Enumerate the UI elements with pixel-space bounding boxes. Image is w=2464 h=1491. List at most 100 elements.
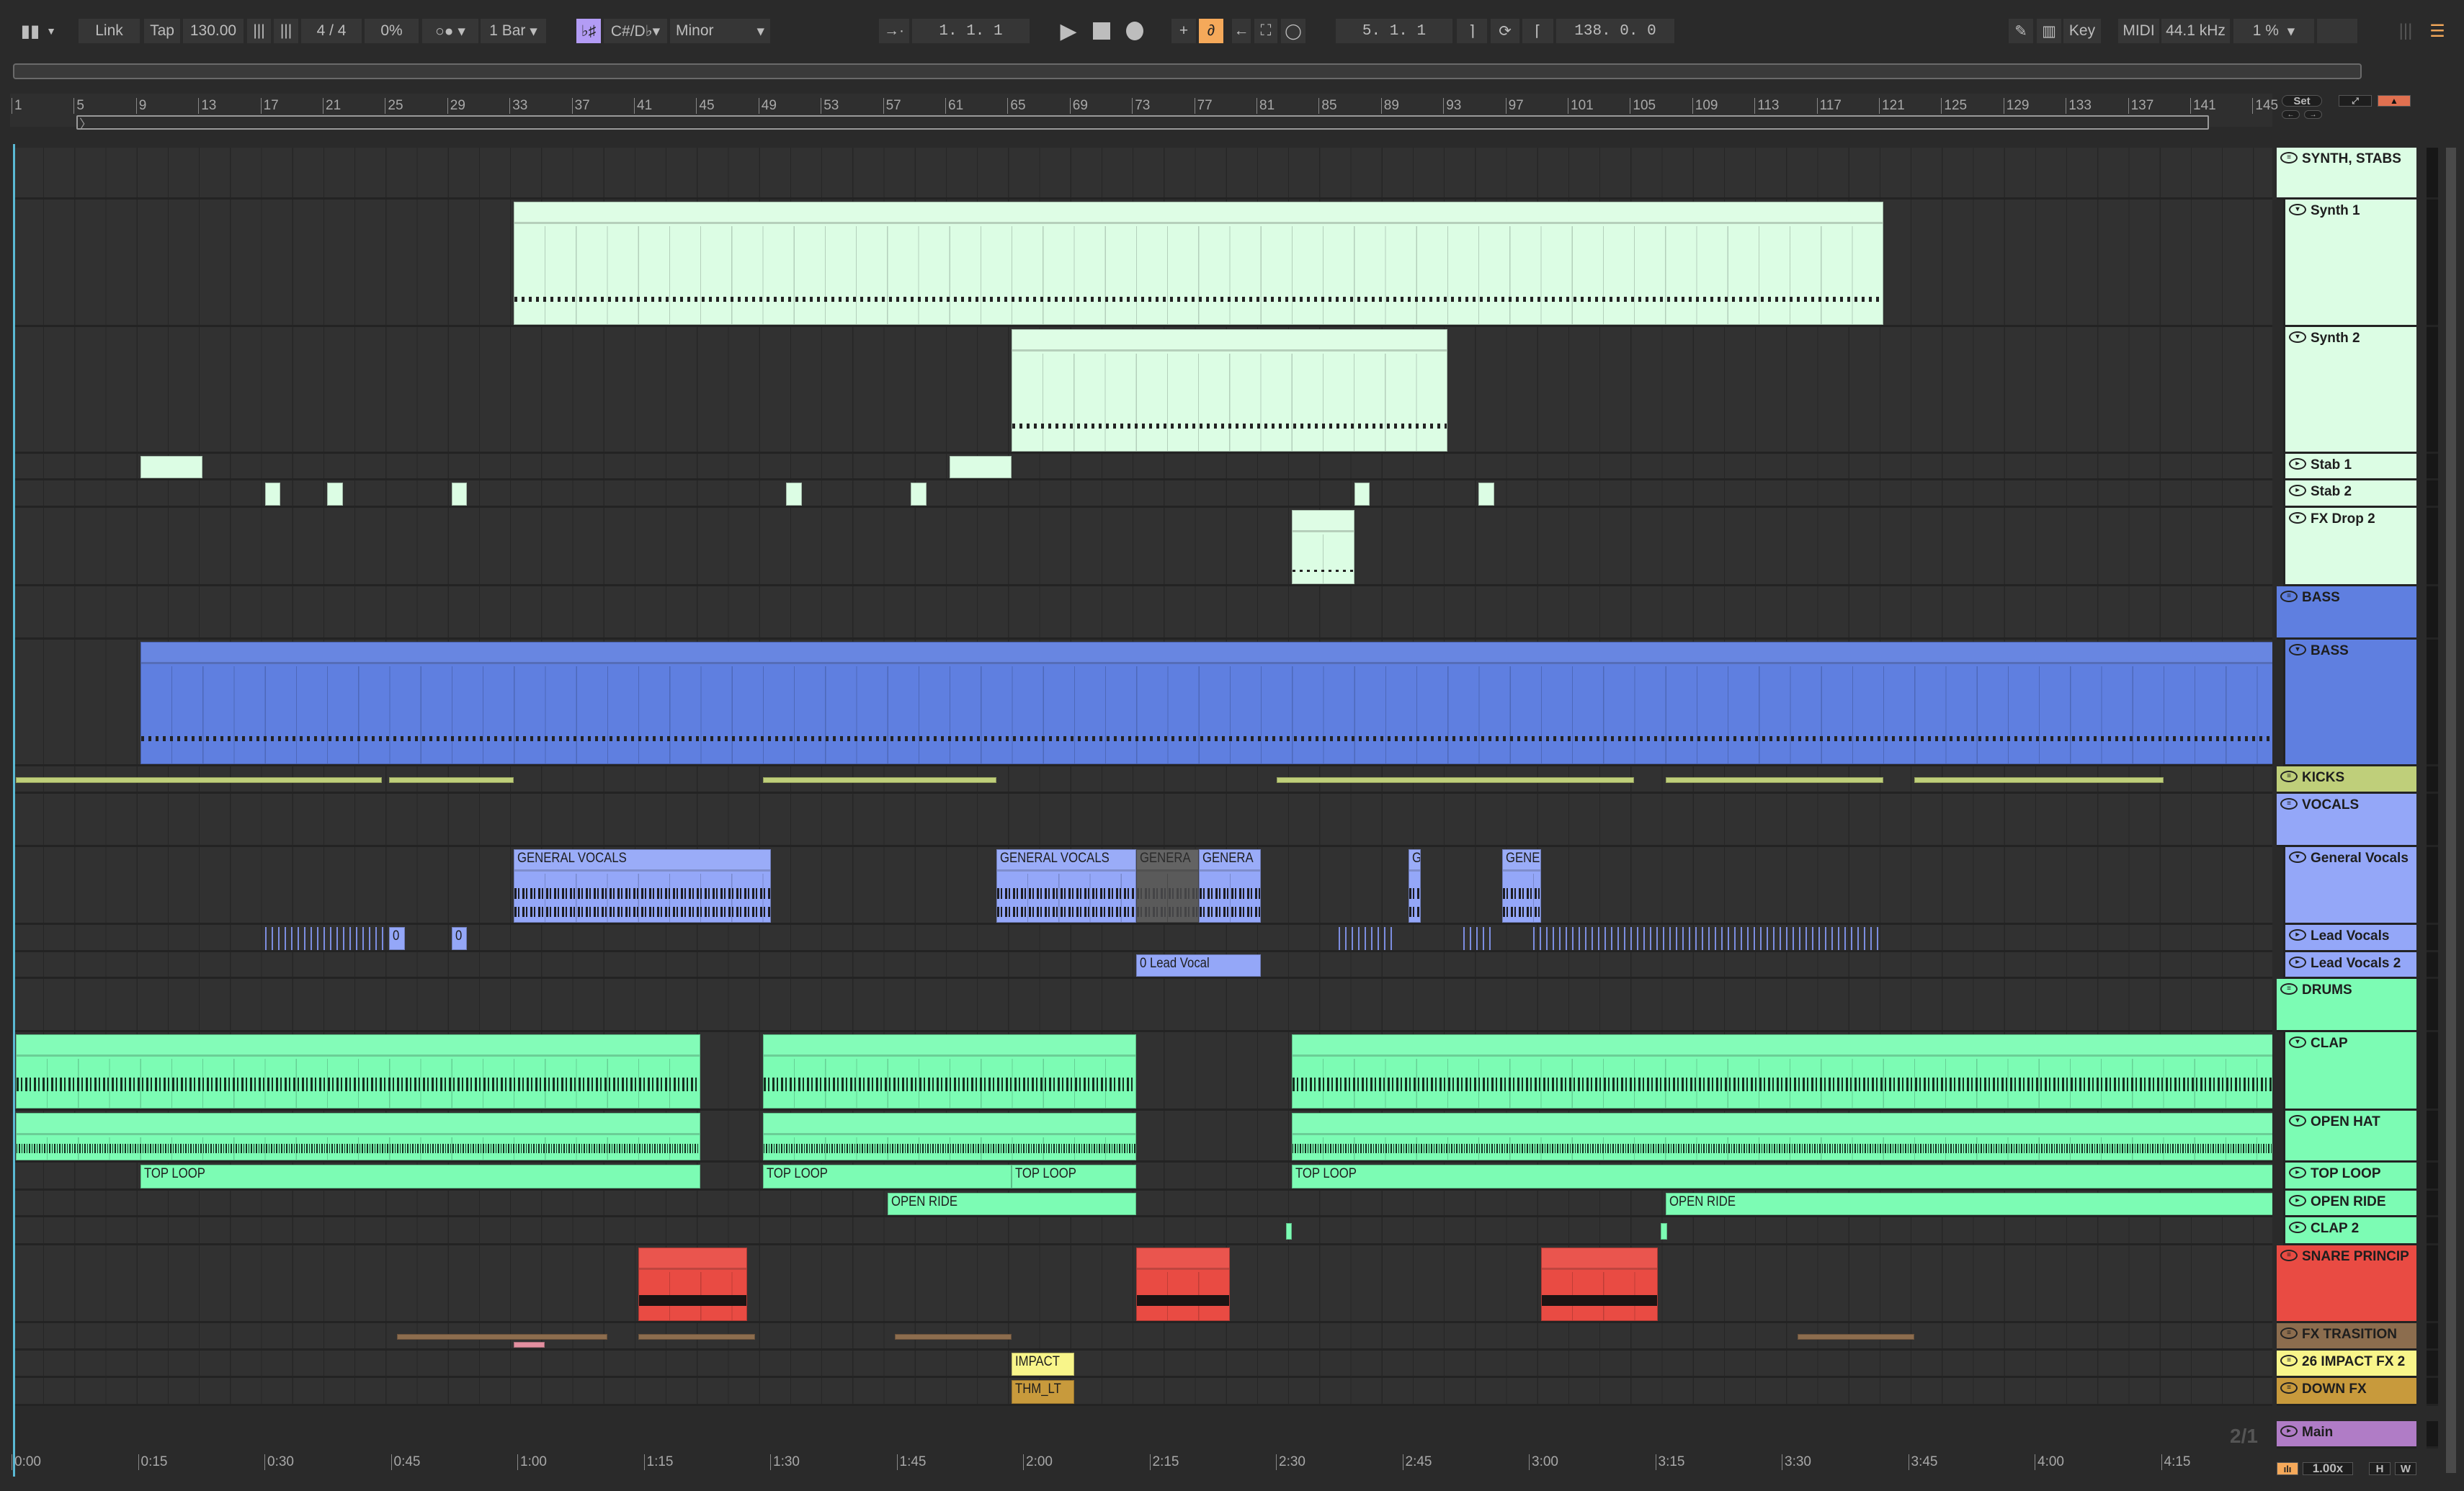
clip[interactable] — [1339, 927, 1393, 950]
track-lane[interactable] — [13, 1245, 2272, 1323]
record-icon[interactable] — [1125, 19, 1144, 43]
play-icon[interactable]: ▶ — [1059, 19, 1078, 43]
track-lane[interactable]: THM_LT — [13, 1378, 2272, 1406]
clip[interactable] — [1914, 777, 2164, 783]
loop-switch-icon[interactable]: ⟳ — [1491, 19, 1519, 43]
clip[interactable] — [1354, 483, 1370, 506]
expand-track-icon[interactable]: ▸ — [2289, 1222, 2306, 1233]
capture-icon[interactable]: ⛶ — [1254, 19, 1277, 43]
track-header-clap-2[interactable]: ▸ CLAP 2 — [2283, 1217, 2416, 1245]
track-header-open-hat[interactable]: ▾ OPEN HAT — [2283, 1111, 2416, 1163]
arrangement-view[interactable]: GENERAL VOCALS GENERAL VOCALS GENERA GENERA… — [13, 148, 2272, 1415]
clip[interactable]: TOP LOOP — [1012, 1165, 1137, 1188]
track-header-lead-vocals-2[interactable]: ▸ Lead Vocals 2 — [2283, 952, 2416, 979]
track-header-main[interactable]: ▸ Main — [2277, 1421, 2416, 1449]
track-lane[interactable] — [13, 200, 2272, 327]
expand-track-icon[interactable]: ▸ — [2289, 957, 2306, 968]
clip[interactable]: 0 — [389, 927, 405, 950]
key-root-dropdown[interactable]: C#/D♭ ▾ — [604, 19, 667, 43]
group-fold-icon[interactable]: ≡ — [2280, 798, 2298, 810]
clip[interactable]: TOP LOOP — [140, 1165, 701, 1188]
quantize-dropdown[interactable]: 1 Bar ▾ — [481, 19, 546, 43]
nudge-down-icon[interactable]: ||| — [247, 19, 271, 43]
track-header-top-loop[interactable]: ▸ TOP LOOP — [2283, 1163, 2416, 1191]
loop-length-field[interactable]: 138. 0. 0 — [1556, 19, 1674, 43]
track-header-synth-stabs[interactable]: ≡ SYNTH, STABS — [2277, 148, 2416, 200]
expand-track-icon[interactable]: ▸ — [2280, 1425, 2298, 1437]
fold-chevron-icon[interactable]: ▾ — [2289, 644, 2306, 655]
clip[interactable]: GENE — [1501, 849, 1541, 923]
width-fit-button[interactable]: W — [2395, 1462, 2416, 1475]
fold-chevron-icon[interactable]: ▾ — [2289, 851, 2306, 863]
clip[interactable] — [264, 483, 281, 506]
track-header-clap[interactable]: ▾ CLAP — [2283, 1032, 2416, 1111]
punch-in-icon[interactable]: ⌉ — [1457, 19, 1487, 43]
clip[interactable] — [1276, 777, 1635, 783]
clip[interactable] — [1665, 777, 1883, 783]
group-fold-icon[interactable]: ≡ — [2280, 1355, 2298, 1366]
clip[interactable] — [1012, 329, 1448, 452]
clip[interactable]: GENERAL VOCALS — [514, 849, 771, 923]
expand-icon[interactable]: ⤢ — [2339, 95, 2372, 107]
fold-chevron-icon[interactable]: ▾ — [2289, 331, 2306, 343]
automation-arm-icon[interactable]: ∂ — [1199, 19, 1223, 43]
fold-chevron-icon[interactable]: ▾ — [2289, 1115, 2306, 1127]
follow-icon[interactable]: →· — [879, 19, 909, 43]
next-locator-icon[interactable]: → — [2304, 110, 2322, 119]
track-lane[interactable] — [13, 508, 2272, 586]
track-lane[interactable] — [13, 480, 2272, 508]
clip[interactable] — [514, 202, 1883, 325]
clip[interactable] — [140, 642, 2272, 764]
keyboard-icon[interactable]: ▥ — [2037, 19, 2061, 43]
loop-start-field[interactable]: 5. 1. 1 — [1336, 19, 1452, 43]
clip[interactable]: 0 — [451, 927, 468, 950]
track-lane[interactable]: TOP LOOP TOP LOOP TOP LOOP TOP LOOP — [13, 1163, 2272, 1191]
punch-out-icon[interactable]: ⌈ — [1522, 19, 1553, 43]
clip[interactable] — [264, 927, 385, 950]
group-fold-icon[interactable]: ≡ — [2280, 591, 2298, 602]
key-map-button[interactable]: Key — [2063, 19, 2101, 43]
clip[interactable] — [762, 1034, 1137, 1109]
clip[interactable]: OPEN RIDE — [1665, 1193, 2272, 1215]
expand-track-icon[interactable]: ▸ — [2289, 458, 2306, 470]
clip[interactable] — [638, 1248, 748, 1321]
track-header-general-vocals[interactable]: ▾ General Vocals — [2283, 847, 2416, 925]
menu-icon[interactable]: ☰ — [2428, 19, 2447, 43]
scale-dropdown[interactable]: Minor ▾ — [670, 19, 770, 43]
clip[interactable]: GENERA — [1198, 849, 1261, 923]
clip[interactable] — [16, 1034, 701, 1109]
expand-track-icon[interactable]: ▸ — [2289, 1195, 2306, 1206]
track-lane[interactable] — [13, 327, 2272, 454]
zoom-field[interactable]: 1.00x — [2303, 1461, 2353, 1475]
clip[interactable] — [1540, 1248, 1658, 1321]
clip[interactable] — [451, 483, 468, 506]
track-lane[interactable] — [13, 1323, 2272, 1351]
track-lane[interactable] — [13, 794, 2272, 847]
clip[interactable] — [1136, 1248, 1230, 1321]
clip[interactable] — [1798, 1334, 1915, 1340]
clip[interactable] — [1533, 927, 1883, 950]
clip[interactable] — [895, 1334, 1012, 1340]
groove-field[interactable]: 0% — [365, 19, 419, 43]
lock-icon[interactable]: ▲ — [2378, 95, 2411, 107]
clip[interactable] — [389, 777, 514, 783]
clip[interactable]: GENERAL VOCALS — [996, 849, 1137, 923]
set-button[interactable]: Set — [2282, 95, 2322, 107]
track-header-open-ride[interactable]: ▸ OPEN RIDE — [2283, 1191, 2416, 1217]
track-lane[interactable] — [13, 586, 2272, 640]
clip[interactable] — [1292, 1034, 2272, 1109]
group-fold-icon[interactable]: ≡ — [2280, 1327, 2298, 1339]
vertical-scrollbar[interactable] — [2446, 148, 2456, 1473]
expand-track-icon[interactable]: ▸ — [2289, 485, 2306, 496]
group-fold-icon[interactable]: ≡ — [2280, 983, 2298, 995]
clip[interactable] — [911, 483, 927, 506]
loop-brace[interactable]: 〉 — [76, 115, 2209, 132]
tap-button[interactable]: Tap — [144, 19, 180, 43]
clip[interactable] — [140, 456, 203, 478]
track-lane[interactable] — [13, 454, 2272, 480]
track-header-stab-1[interactable]: ▸ Stab 1 — [2283, 454, 2416, 480]
back-to-arrangement-icon[interactable]: ← — [1232, 19, 1251, 43]
time-signature-field[interactable]: 4 / 4 — [301, 19, 362, 43]
track-header-vocals[interactable]: ≡ VOCALS — [2277, 794, 2416, 847]
track-lane[interactable] — [13, 1032, 2272, 1111]
